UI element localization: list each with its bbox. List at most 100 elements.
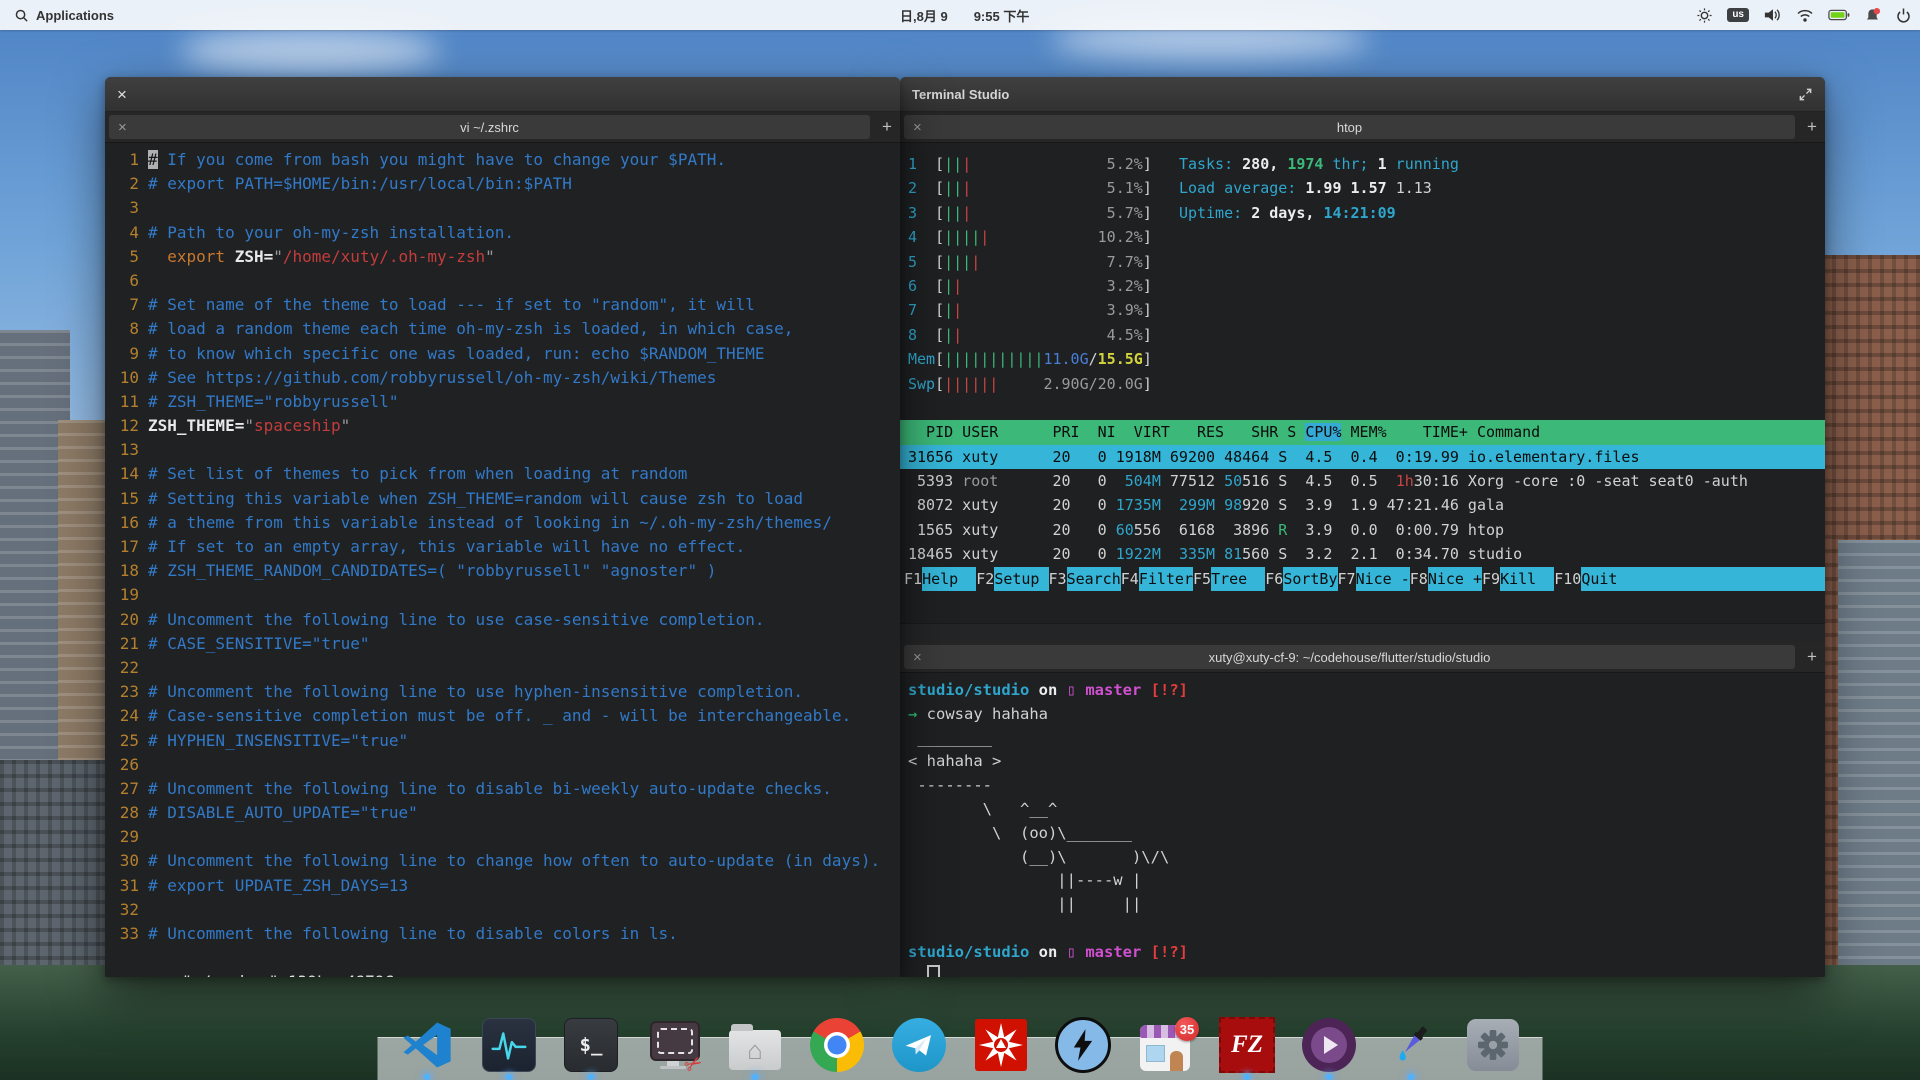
shell-line: \ ^__^ — [900, 798, 1825, 822]
store-window — [1146, 1045, 1165, 1062]
tab-htop[interactable]: × htop — [904, 115, 1795, 139]
shell-line: → cowsay hahaha — [900, 703, 1825, 727]
fkey[interactable]: F2 — [976, 567, 994, 591]
htop-meter-line: 3 [||| 5.7%] Uptime: 2 days, 14:21:09 — [900, 201, 1825, 225]
screenshot-icon: ✂ — [646, 1019, 700, 1071]
shell-line: -------- — [900, 774, 1825, 798]
keyboard-layout-indicator[interactable]: us — [1727, 8, 1749, 22]
fkey[interactable]: F1 — [904, 567, 922, 591]
tab-shell[interactable]: × xuty@xuty-cf-9: ~/codehouse/flutter/st… — [904, 645, 1795, 669]
dock-item-vscode[interactable] — [399, 1017, 455, 1073]
htop-function-key-bar[interactable]: F1Help F2Setup F3SearchF4FilterF5Tree F6… — [900, 567, 1825, 591]
editor-line: 6 — [105, 269, 900, 293]
editor-line: 33# Uncomment the following line to disa… — [105, 922, 900, 946]
dock-item-color-picker[interactable] — [1383, 1017, 1439, 1073]
fkey-label[interactable]: SortBy — [1283, 567, 1337, 591]
htop-table-header[interactable]: PID USER PRI NI VIRT RES SHR S CPU% MEM%… — [900, 420, 1825, 444]
dock-item-system-monitor[interactable] — [481, 1017, 537, 1073]
dock-item-terminal[interactable]: $_ — [563, 1017, 619, 1073]
running-indicator — [1408, 1074, 1414, 1080]
htop-meter-line: Swp[|||||| 2.90G/20.0G] — [900, 372, 1825, 396]
shell-line: studio/studio on ▯ master [!?] — [900, 679, 1825, 703]
dock-item-telegram[interactable] — [891, 1017, 947, 1073]
pane-divider[interactable] — [900, 623, 1825, 642]
editor-line: 26 — [105, 753, 900, 777]
dock-item-appcenter[interactable]: 35 — [1137, 1017, 1193, 1073]
editor-line: 1# If you come from bash you might have … — [105, 148, 900, 172]
system-monitor-icon — [482, 1018, 536, 1072]
applications-menu[interactable]: Applications — [0, 0, 128, 30]
fkey-label[interactable]: Quit — [1581, 567, 1825, 591]
shell-pane[interactable]: studio/studio on ▯ master [!?]→ cowsay h… — [900, 673, 1825, 977]
notifications-icon[interactable] — [1864, 7, 1881, 24]
dock-item-zeal[interactable] — [1055, 1017, 1111, 1073]
editor-line: 18# ZSH_THEME_RANDOM_CANDIDATES=( "robby… — [105, 559, 900, 583]
chrome-icon — [810, 1018, 864, 1072]
maximize-icon[interactable] — [1798, 87, 1813, 102]
dock-item-files[interactable]: ⌂ — [727, 1017, 783, 1073]
tab-close-icon[interactable]: × — [913, 650, 922, 665]
htop-meter-line: Mem[|||||||||||11.0G/15.5G] — [900, 347, 1825, 371]
dock-item-filezilla[interactable]: FZ — [1219, 1017, 1275, 1073]
fkey-label[interactable]: Search — [1067, 567, 1121, 591]
tab-vi-zshrc[interactable]: × vi ~/.zshrc — [109, 115, 870, 139]
editor-line: 22 — [105, 656, 900, 680]
fkey-label[interactable]: Setup — [994, 567, 1048, 591]
battery-icon[interactable] — [1828, 8, 1850, 22]
dock-item-screenshot-tool[interactable]: ✂ — [645, 1017, 701, 1073]
editor-line: 9# to know which specific one was loaded… — [105, 342, 900, 366]
tab-close-icon[interactable]: × — [913, 120, 922, 135]
fkey[interactable]: F4 — [1121, 567, 1139, 591]
running-indicator — [588, 1074, 594, 1080]
settings-icon — [1467, 1019, 1519, 1071]
wifi-icon[interactable] — [1796, 8, 1814, 23]
dock: $_ ✂ ⌂ — [399, 1017, 1521, 1073]
fkey[interactable]: F5 — [1193, 567, 1211, 591]
fkey[interactable]: F7 — [1338, 567, 1356, 591]
fkey-label[interactable]: Nice + — [1428, 567, 1482, 591]
editor-line: 21# CASE_SENSITIVE="true" — [105, 632, 900, 656]
vi-editor-area[interactable]: 1# If you come from bash you might have … — [105, 143, 900, 977]
terminal-icon: $_ — [564, 1018, 618, 1072]
shell-line: < hahaha > — [900, 750, 1825, 774]
vi-tab-bar: × vi ~/.zshrc + — [105, 112, 900, 143]
studio-titlebar[interactable]: Terminal Studio — [900, 77, 1825, 112]
tab-close-icon[interactable]: × — [118, 120, 127, 135]
fkey-label[interactable]: Help — [922, 567, 976, 591]
shell-line: studio/studio on ▯ master [!?] — [900, 941, 1825, 965]
fkey-label[interactable]: Tree — [1211, 567, 1265, 591]
dock-item-settings[interactable] — [1465, 1017, 1521, 1073]
fkey[interactable]: F9 — [1482, 567, 1500, 591]
zeal-icon — [1055, 1017, 1111, 1073]
new-tab-button[interactable]: + — [1799, 647, 1825, 667]
vi-window-titlebar[interactable]: × — [105, 77, 900, 112]
fkey-label[interactable]: Nice - — [1356, 567, 1410, 591]
new-tab-button[interactable]: + — [1799, 117, 1825, 137]
dock-item-mpv[interactable] — [1301, 1017, 1357, 1073]
htop-pane[interactable]: 1 [||| 5.2%] Tasks: 280, 1974 thr; 1 run… — [900, 143, 1825, 623]
fkey[interactable]: F8 — [1410, 567, 1428, 591]
dock-item-chrome[interactable] — [809, 1017, 865, 1073]
editor-line: 15# Setting this variable when ZSH_THEME… — [105, 487, 900, 511]
editor-line: 5 export ZSH="/home/xuty/.oh-my-zsh" — [105, 245, 900, 269]
datetime[interactable]: 日,8月 9 9:55 下午 — [900, 6, 1029, 25]
dock-item-wolfram-mathematica[interactable] — [973, 1017, 1029, 1073]
editor-line: 32 — [105, 898, 900, 922]
filezilla-icon: FZ — [1219, 1017, 1275, 1073]
window-close-button[interactable]: × — [117, 86, 127, 103]
htop-meter-line: 7 [|| 3.9%] — [900, 298, 1825, 322]
fkey[interactable]: F6 — [1265, 567, 1283, 591]
fkey[interactable]: F3 — [1049, 567, 1067, 591]
top-panel: Applications 日,8月 9 9:55 下午 us — [0, 0, 1920, 30]
tab-title: xuty@xuty-cf-9: ~/codehouse/flutter/stud… — [1209, 650, 1491, 665]
volume-icon[interactable] — [1763, 7, 1782, 23]
fkey[interactable]: F10 — [1554, 567, 1581, 591]
new-tab-button[interactable]: + — [874, 117, 900, 137]
running-indicator — [1326, 1074, 1332, 1080]
night-light-icon[interactable] — [1696, 7, 1713, 24]
fkey-label[interactable]: Kill — [1500, 567, 1554, 591]
editor-line: 4# Path to your oh-my-zsh installation. — [105, 221, 900, 245]
power-icon[interactable] — [1895, 7, 1912, 24]
fkey-label[interactable]: Filter — [1139, 567, 1193, 591]
store-door — [1170, 1051, 1183, 1071]
